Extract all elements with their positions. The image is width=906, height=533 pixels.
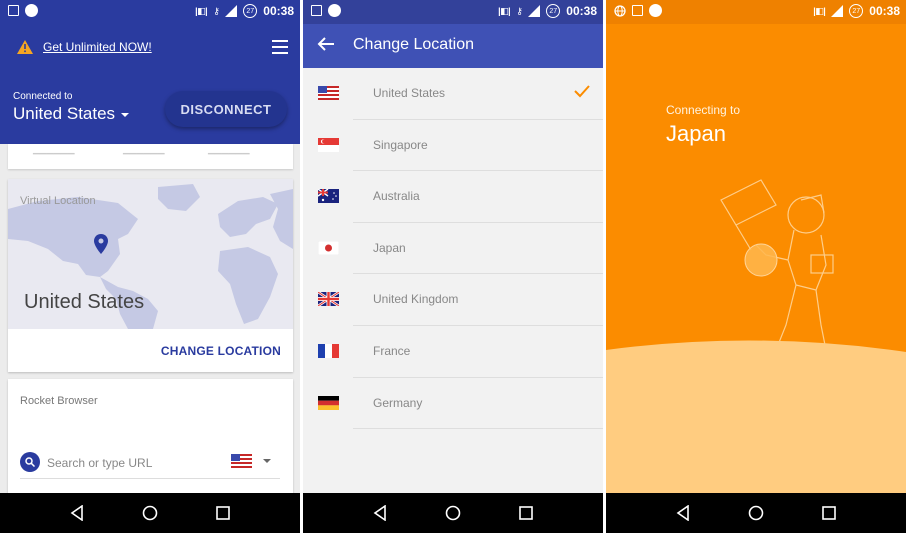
recents-nav-icon[interactable]	[516, 503, 536, 523]
location-name: Singapore	[373, 137, 428, 152]
vibrate-icon: |◧|	[195, 5, 208, 16]
de-flag-icon	[318, 395, 339, 410]
location-item-france[interactable]: France	[303, 326, 603, 378]
page-title: Change Location	[353, 36, 474, 53]
us-flag-icon[interactable]	[231, 454, 252, 468]
connected-country-selector[interactable]: United States	[13, 104, 130, 124]
messenger-icon	[328, 4, 341, 17]
key-icon: ⚷	[213, 5, 220, 16]
au-flag-icon	[318, 189, 339, 204]
location-item-united-states[interactable]: United States	[303, 68, 603, 120]
location-name: France	[373, 343, 411, 358]
sg-flag-icon	[318, 137, 339, 152]
back-arrow-icon[interactable]	[317, 36, 335, 52]
gb-flag-icon	[318, 292, 339, 307]
location-pin-icon	[94, 234, 108, 254]
location-name: Australia	[373, 189, 420, 204]
url-search-input[interactable]: Search or type URL	[47, 456, 152, 470]
change-location-screen: |◧| ⚷ 27 00:38 Change Location United St…	[303, 0, 603, 533]
signal-icon	[831, 5, 844, 17]
battery-icon: 27	[849, 4, 864, 18]
location-name: United States	[373, 86, 446, 100]
disconnect-button[interactable]: DISCONNECT	[165, 91, 287, 127]
stats-card-partial: ▁▁▁▁▁▁ ▁▁▁▁▁▁ ▁▁▁▁▁▁	[8, 144, 293, 169]
status-bar: |◧| ⚷ 27 00:38	[0, 0, 300, 24]
recents-nav-icon[interactable]	[213, 503, 233, 523]
fr-flag-icon	[318, 343, 339, 358]
signal-icon	[528, 5, 541, 17]
home-content: ▁▁▁▁▁▁ ▁▁▁▁▁▁ ▁▁▁▁▁▁ Virtual Location Un…	[0, 144, 300, 499]
change-location-button[interactable]: CHANGE LOCATION	[161, 344, 281, 358]
android-nav-bar	[606, 493, 906, 533]
battery-icon: 27	[546, 4, 561, 18]
notification-square-icon	[311, 5, 322, 16]
location-name: United Kingdom	[373, 292, 459, 307]
location-item-singapore[interactable]: Singapore	[303, 120, 603, 172]
dropdown-caret-icon	[121, 112, 130, 117]
rocket-browser-card: Rocket Browser Search or type URL	[8, 379, 293, 499]
location-item-germany[interactable]: Germany	[303, 378, 603, 430]
location-item-japan[interactable]: Japan	[303, 223, 603, 275]
connecting-country: Japan	[666, 121, 726, 146]
connected-to-label: Connected to	[13, 91, 73, 102]
us-flag-icon	[318, 86, 339, 100]
virtual-location-label: Virtual Location	[20, 195, 96, 207]
android-nav-bar	[0, 493, 300, 533]
android-nav-bar	[303, 493, 603, 533]
recents-nav-icon[interactable]	[819, 503, 839, 523]
globe-icon	[614, 4, 626, 17]
menu-icon[interactable]	[272, 40, 288, 58]
clock: 00:38	[869, 4, 900, 18]
connecting-screen: |◧| 27 00:38 Connecting to Japan	[606, 0, 906, 533]
back-nav-icon[interactable]	[370, 503, 390, 523]
status-bar: |◧| 27 00:38	[606, 0, 906, 24]
key-icon: ⚷	[516, 5, 523, 16]
search-icon[interactable]	[20, 452, 40, 472]
get-unlimited-link[interactable]: Get Unlimited NOW!	[43, 40, 152, 54]
location-name: Japan	[373, 240, 406, 255]
jp-flag-icon	[318, 240, 339, 255]
home-nav-icon[interactable]	[140, 503, 160, 523]
toolbar: Change Location	[303, 24, 603, 68]
back-nav-icon[interactable]	[67, 503, 87, 523]
home-nav-icon[interactable]	[443, 503, 463, 523]
clock: 00:38	[566, 4, 597, 18]
planet-surface	[606, 340, 906, 500]
home-nav-icon[interactable]	[746, 503, 766, 523]
location-item-australia[interactable]: Australia	[303, 171, 603, 223]
connecting-to-label: Connecting to	[666, 103, 741, 117]
virtual-location-country: United States	[24, 291, 145, 313]
rocket-browser-title: Rocket Browser	[20, 395, 98, 407]
connected-country-text: United States	[13, 104, 116, 123]
messenger-icon	[25, 4, 38, 17]
flag-dropdown-icon[interactable]	[263, 459, 271, 463]
row-divider	[353, 428, 603, 430]
virtual-location-card: Virtual Location United States CHANGE LO…	[8, 179, 293, 372]
vpn-home-screen: |◧| ⚷ 27 00:38 Get Unlimited NOW! Connec…	[0, 0, 300, 533]
notification-square-icon	[8, 5, 19, 16]
location-name: Germany	[373, 395, 423, 410]
search-underline	[20, 478, 280, 479]
vibrate-icon: |◧|	[813, 5, 826, 16]
notification-square-icon	[632, 5, 643, 16]
warning-icon	[17, 40, 33, 54]
messenger-icon	[649, 4, 662, 17]
signal-icon	[225, 5, 238, 17]
location-list: United States Singapore Australia Japan …	[303, 68, 603, 430]
status-bar: |◧| ⚷ 27 00:38	[303, 0, 603, 24]
battery-icon: 27	[243, 4, 258, 18]
checkmark-icon	[574, 85, 590, 98]
clock: 00:38	[263, 4, 294, 18]
back-nav-icon[interactable]	[673, 503, 693, 523]
vibrate-icon: |◧|	[498, 5, 511, 16]
location-item-united-kingdom[interactable]: United Kingdom	[303, 274, 603, 326]
